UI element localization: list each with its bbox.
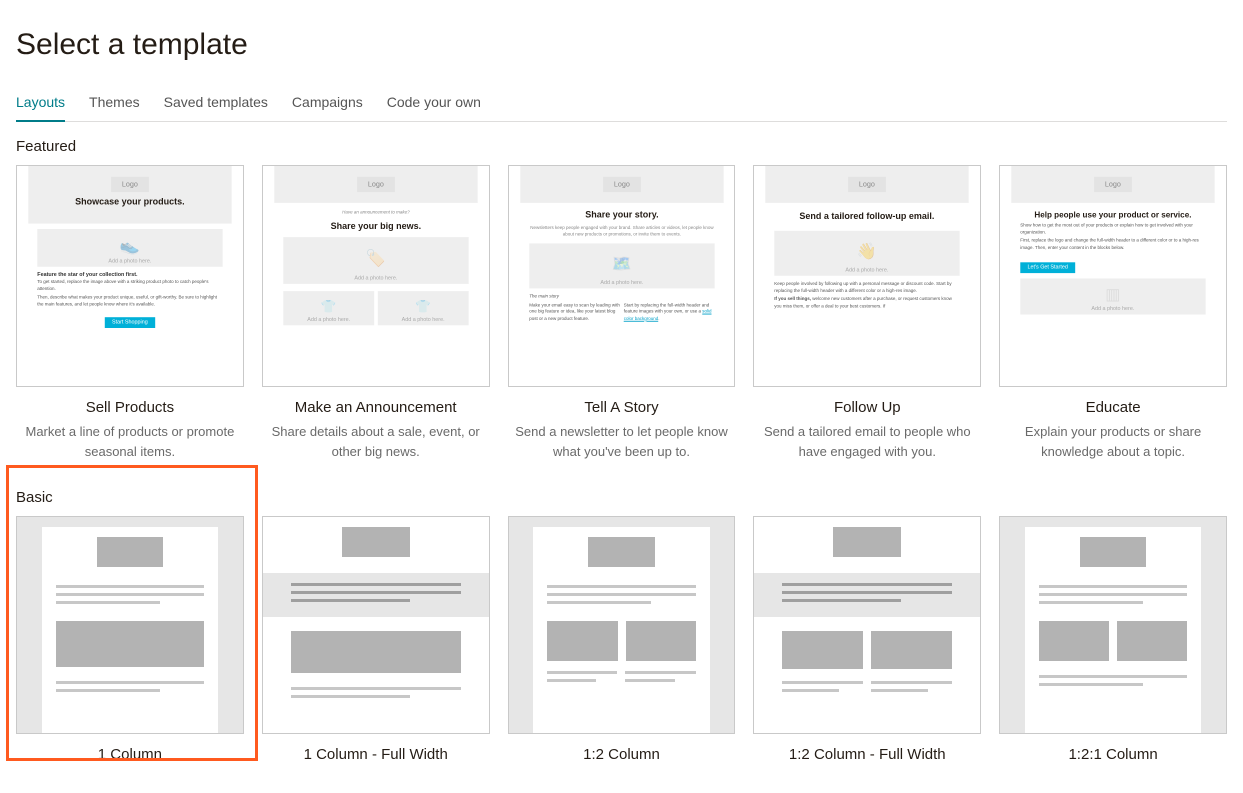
template-card-educate: Logo Help people use your product or ser… (999, 165, 1227, 461)
template-thumb-tell-a-story[interactable]: Logo Share your story. Newsletters keep … (508, 165, 736, 387)
block-icon (1080, 537, 1147, 567)
logo-placeholder: Logo (111, 177, 149, 192)
template-card-follow-up: Logo Send a tailored follow-up email. 👋 … (753, 165, 981, 461)
template-card-1-2-column-full-width: 1:2 Column - Full Width (753, 516, 981, 763)
template-thumb-1-2-column[interactable] (508, 516, 736, 734)
block-icon (1039, 621, 1109, 661)
thumb-headline: Share your story. (527, 210, 716, 220)
map-icon: 🗺️ (611, 255, 631, 274)
shirt-icon: 👕 (321, 299, 337, 314)
block-icon (547, 621, 617, 661)
block-icon (342, 527, 410, 557)
basic-grid: 1 Column 1 Column - Full Width (16, 516, 1227, 763)
shoe-icon: 👟 (120, 237, 140, 256)
template-card-tell-a-story: Logo Share your story. Newsletters keep … (508, 165, 736, 461)
template-card-sell-products: Logo Showcase your products. 👟 Add a pho… (16, 165, 244, 461)
lines-icon (782, 681, 863, 697)
block-icon (97, 537, 164, 567)
block-icon (1117, 621, 1187, 661)
template-thumb-sell-products[interactable]: Logo Showcase your products. 👟 Add a pho… (16, 165, 244, 387)
section-label-featured: Featured (16, 138, 1227, 155)
card-title: Tell A Story (584, 399, 658, 416)
page-title: Select a template (16, 28, 1227, 62)
card-desc: Share details about a sale, event, or ot… (262, 422, 490, 461)
lines-icon (625, 671, 695, 687)
photo-placeholder: ▥ Add a photo here. (1020, 279, 1205, 315)
template-thumb-1-2-1-column[interactable] (999, 516, 1227, 734)
template-card-1-2-1-column: 1:2:1 Column (999, 516, 1227, 763)
featured-grid: Logo Showcase your products. 👟 Add a pho… (16, 165, 1227, 461)
shirt-icon: 👕 (415, 299, 431, 314)
block-icon (291, 631, 461, 673)
lines-icon (56, 681, 204, 697)
card-title: 1:2 Column (583, 746, 660, 763)
thumb-headline: Send a tailored follow-up email. (787, 212, 947, 222)
logo-placeholder: Logo (357, 177, 395, 192)
template-thumb-follow-up[interactable]: Logo Send a tailored follow-up email. 👋 … (753, 165, 981, 387)
lines-icon (547, 671, 617, 687)
card-desc: Market a line of products or promote sea… (16, 422, 244, 461)
lines-icon (871, 681, 952, 697)
photo-placeholder: 🏷️ Add a photo here. (283, 237, 468, 284)
tab-saved-templates[interactable]: Saved templates (164, 88, 268, 121)
card-title: Follow Up (834, 399, 901, 416)
block-icon (56, 621, 204, 667)
template-thumb-1-column[interactable] (16, 516, 244, 734)
card-title: Sell Products (86, 399, 174, 416)
tab-themes[interactable]: Themes (89, 88, 140, 121)
card-title: 1 Column (98, 746, 162, 763)
band-icon (263, 573, 489, 617)
section-label-basic: Basic (16, 489, 1227, 506)
band-icon (754, 573, 980, 617)
block-icon (871, 631, 952, 669)
card-desc: Send a newsletter to let people know wha… (508, 422, 736, 461)
template-card-make-announcement: Logo Have an announcement to make? Share… (262, 165, 490, 461)
thumb-subhead: Feature the star of your collection firs… (37, 272, 222, 277)
template-thumb-educate[interactable]: Logo Help people use your product or ser… (999, 165, 1227, 387)
thumb-headline: Help people use your product or service. (1017, 210, 1209, 219)
card-title: Educate (1086, 399, 1141, 416)
cta-button: Let's Get Started (1020, 262, 1075, 273)
thumb-headline: Share your big news. (281, 222, 470, 232)
card-title: 1:2 Column - Full Width (789, 746, 946, 763)
lines-icon (291, 687, 461, 698)
cta-button: Start Shopping (105, 317, 155, 328)
template-thumb-1-2-column-full-width[interactable] (753, 516, 981, 734)
wave-icon: 👋 (857, 242, 877, 261)
photo-placeholder: 👕 Add a photo here. (283, 291, 374, 325)
block-icon (782, 631, 863, 669)
tab-campaigns[interactable]: Campaigns (292, 88, 363, 121)
card-title: Make an Announcement (295, 399, 457, 416)
photo-placeholder: 👋 Add a photo here. (775, 231, 960, 276)
block-icon (626, 621, 696, 661)
lines-icon (1039, 675, 1187, 691)
block-icon (588, 537, 655, 567)
template-thumb-make-announcement[interactable]: Logo Have an announcement to make? Share… (262, 165, 490, 387)
photo-placeholder: 👕 Add a photo here. (378, 291, 469, 325)
template-thumb-1-column-full-width[interactable] (262, 516, 490, 734)
lines-icon (1039, 585, 1187, 609)
photo-placeholder: 🗺️ Add a photo here. (529, 243, 714, 288)
template-card-1-column-full-width: 1 Column - Full Width (262, 516, 490, 763)
logo-placeholder: Logo (848, 177, 886, 192)
template-card-1-column: 1 Column (16, 516, 244, 763)
tab-layouts[interactable]: Layouts (16, 88, 65, 122)
block-icon (833, 527, 901, 557)
boxes-icon: ▥ (1105, 285, 1120, 304)
card-desc: Send a tailored email to people who have… (753, 422, 981, 461)
template-card-1-2-column: 1:2 Column (508, 516, 736, 763)
logo-placeholder: Logo (1094, 177, 1132, 192)
card-title: 1 Column - Full Width (304, 746, 448, 763)
thumb-headline: Showcase your products. (35, 198, 224, 208)
tabs: Layouts Themes Saved templates Campaigns… (16, 88, 1227, 122)
lines-icon (547, 585, 695, 609)
lines-icon (56, 585, 204, 609)
card-desc: Explain your products or share knowledge… (999, 422, 1227, 461)
tab-code-your-own[interactable]: Code your own (387, 88, 481, 121)
logo-placeholder: Logo (603, 177, 641, 192)
photo-placeholder: 👟 Add a photo here. (37, 229, 222, 267)
tag-icon: 🏷️ (366, 249, 386, 268)
card-title: 1:2:1 Column (1068, 746, 1157, 763)
